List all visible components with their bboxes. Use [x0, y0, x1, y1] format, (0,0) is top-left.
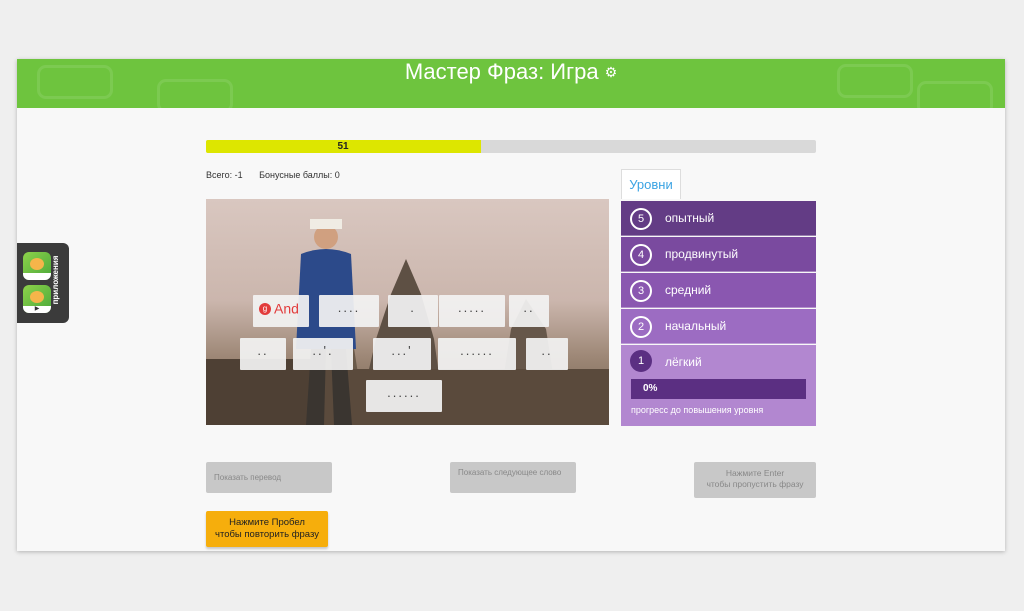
- show-next-word-button[interactable]: Показать следующее слово: [450, 462, 576, 493]
- level-label: продвинутый: [665, 247, 739, 261]
- phrase-word: And: [274, 300, 299, 317]
- phrase-tile[interactable]: ..: [509, 295, 549, 327]
- apple-icon: [23, 273, 51, 280]
- google-play-app-icon[interactable]: ▶: [23, 285, 51, 313]
- score-value: 51: [337, 141, 349, 152]
- puzzle-decor: [917, 81, 993, 108]
- phrase-tile-revealed[interactable]: g And: [253, 295, 309, 327]
- phrase-tile[interactable]: ..: [240, 338, 286, 370]
- skip-line-2: чтобы пропустить фразу: [706, 479, 804, 489]
- phrase-tile[interactable]: .....: [439, 295, 505, 327]
- phrase-tile[interactable]: ...': [373, 338, 431, 370]
- phrase-tile[interactable]: ..: [526, 338, 568, 370]
- phrase-tile[interactable]: ....: [319, 295, 379, 327]
- repeat-line-2: чтобы повторить фразу: [215, 529, 319, 540]
- repeat-line-1: Нажмите Пробел: [229, 517, 305, 528]
- bonus-score: Бонусные баллы: 0: [259, 170, 340, 180]
- level-label: средний: [665, 283, 712, 297]
- skip-line-1: Нажмите Enter: [725, 468, 785, 478]
- level-progress-caption: прогресс до повышения уровня: [631, 405, 764, 415]
- gear-icon[interactable]: ⚙: [605, 64, 618, 80]
- show-translation-button[interactable]: Показать перевод: [206, 462, 332, 493]
- skip-phrase-button[interactable]: Нажмите Enter чтобы пропустить фразу: [694, 462, 816, 498]
- hint-icon: g: [259, 302, 271, 315]
- phrase-tile[interactable]: ......: [366, 380, 442, 412]
- level-item-4[interactable]: 4 продвинутый: [621, 237, 816, 272]
- level-label: опытный: [665, 211, 715, 225]
- apps-sidebar[interactable]: ▶ приложения: [17, 243, 69, 323]
- page-title: Мастер Фраз: Игра ⚙: [17, 59, 1005, 85]
- mascot-icon: [30, 258, 44, 270]
- level-label: лёгкий: [665, 355, 702, 369]
- level-number: 2: [630, 316, 652, 338]
- apple-app-icon[interactable]: [23, 252, 51, 280]
- apps-label: приложения: [51, 255, 60, 305]
- phrase-tile[interactable]: ..'.: [293, 338, 353, 370]
- level-number: 5: [630, 208, 652, 230]
- score-progress-bar: 51: [206, 140, 816, 153]
- repeat-phrase-button[interactable]: Нажмите Пробел чтобы повторить фразу: [206, 511, 328, 547]
- level-number: 3: [630, 280, 652, 302]
- level-item-3[interactable]: 3 средний: [621, 273, 816, 308]
- video-frame[interactable]: g And.............. ..'. ...'..............: [206, 199, 609, 425]
- level-item-2[interactable]: 2 начальный: [621, 309, 816, 344]
- level-label: начальный: [665, 319, 727, 333]
- mascot-icon: [30, 291, 44, 303]
- level-progress-value: 0%: [643, 383, 658, 394]
- level-number: 1: [630, 350, 652, 372]
- phrase-tile[interactable]: ......: [438, 338, 516, 370]
- game-card: Мастер Фраз: Игра ⚙ 51 Всего: -1 Бонусные…: [17, 59, 1005, 551]
- phrase-tile[interactable]: .: [388, 295, 438, 327]
- total-score: Всего: -1: [206, 170, 243, 180]
- stats-line: Всего: -1 Бонусные баллы: 0: [206, 170, 340, 180]
- tab-levels[interactable]: Уровни: [621, 169, 681, 199]
- level-progress-bar: 0%: [631, 379, 806, 399]
- level-active[interactable]: 1 лёгкий 0% прогресс до повышения уровня: [621, 345, 816, 426]
- google-play-icon: ▶: [23, 306, 51, 313]
- header-bar: Мастер Фраз: Игра ⚙: [17, 59, 1005, 108]
- level-number: 4: [630, 244, 652, 266]
- page-title-text: Мастер Фраз: Игра: [404, 59, 599, 84]
- level-item-5[interactable]: 5 опытный: [621, 201, 816, 236]
